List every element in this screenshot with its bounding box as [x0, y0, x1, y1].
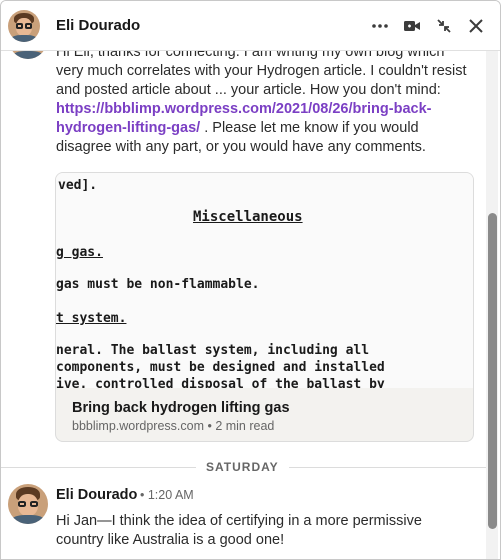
avatar[interactable]: [9, 51, 47, 59]
conversation-name[interactable]: Eli Dourado: [56, 17, 140, 34]
image-text: neral. The ballast system, including all: [56, 343, 370, 358]
message-text: Hi Jan—I think the idea of certifying in…: [56, 513, 422, 548]
message-text: Hi Eli, thanks for connecting. I am writ…: [56, 51, 467, 98]
close-button[interactable]: [464, 14, 488, 38]
scrollbar-thumb[interactable]: [488, 213, 497, 529]
message-thread[interactable]: Hi Eli, thanks for connecting. I am writ…: [1, 51, 486, 559]
collapse-icon: [437, 19, 451, 33]
image-text: ved].: [58, 178, 98, 193]
minimize-button[interactable]: [432, 14, 456, 38]
message-body: Hi Eli, thanks for connecting. I am writ…: [56, 51, 471, 157]
link-preview-source: bbblimp.wordpress.com • 2 min read: [72, 419, 275, 433]
message-timestamp: • 1:20 AM: [140, 488, 194, 502]
close-icon: [469, 19, 483, 33]
video-call-button[interactable]: [400, 14, 424, 38]
more-icon: [372, 24, 388, 28]
image-text: gas must be non-flammable.: [56, 277, 260, 292]
link-preview-image[interactable]: ved]. Miscellaneous g gas. gas must be n…: [56, 173, 473, 388]
avatar[interactable]: [8, 484, 48, 524]
link-preview-title[interactable]: Bring back hydrogen lifting gas: [72, 400, 290, 416]
scrollbar[interactable]: [486, 51, 498, 559]
conversation-header: Eli Dourado: [1, 1, 500, 51]
day-label: SATURDAY: [196, 460, 289, 474]
more-options-button[interactable]: [368, 14, 392, 38]
image-text: components, must be designed and install…: [56, 360, 385, 375]
video-icon: [404, 21, 420, 31]
avatar[interactable]: [8, 10, 40, 42]
image-text: t system.: [56, 311, 127, 326]
sender-name[interactable]: Eli Dourado: [56, 487, 137, 503]
messaging-window: Eli Dourado Hi Eli, thanks for connectin…: [0, 0, 501, 560]
link-preview-card[interactable]: ved]. Miscellaneous g gas. gas must be n…: [55, 172, 474, 442]
image-text: g gas.: [56, 245, 103, 260]
image-text: Miscellaneous: [193, 209, 303, 225]
image-text: ive. controlled disposal of the ballast …: [56, 377, 385, 388]
